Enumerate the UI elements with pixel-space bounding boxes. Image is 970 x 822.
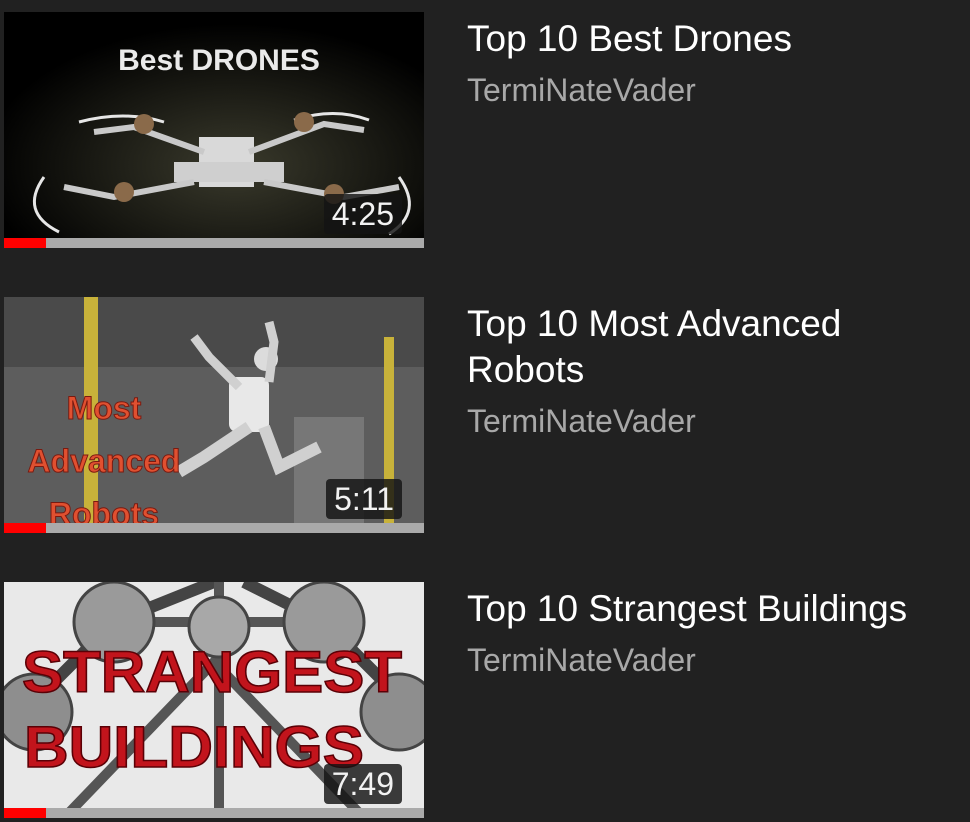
channel-name[interactable]: TermiNateVader	[467, 70, 967, 110]
video-title[interactable]: Top 10 Most Advanced Robots	[467, 301, 967, 393]
watch-progress-fill	[4, 808, 46, 818]
channel-name[interactable]: TermiNateVader	[467, 640, 967, 680]
thumbnail-caption: Most	[67, 390, 142, 426]
video-title[interactable]: Top 10 Best Drones	[467, 16, 967, 62]
video-thumbnail[interactable]: Most Advanced Robots 5:11	[4, 297, 424, 533]
video-title[interactable]: Top 10 Strangest Buildings	[467, 586, 967, 632]
video-item-best-drones[interactable]: Best DRONES 4:25 Top 10 Best Drones Term…	[0, 12, 970, 248]
video-duration: 4:25	[323, 194, 402, 234]
watch-progress-track	[4, 238, 424, 248]
video-list: Best DRONES 4:25 Top 10 Best Drones Term…	[0, 0, 970, 822]
video-meta: Top 10 Strangest Buildings TermiNateVade…	[467, 582, 967, 680]
thumbnail-caption: STRANGEST	[22, 640, 402, 705]
watch-progress-track	[4, 808, 424, 818]
watch-progress-track	[4, 523, 424, 533]
video-duration: 7:49	[323, 764, 402, 804]
video-meta: Top 10 Best Drones TermiNateVader	[467, 12, 967, 110]
thumbnail-caption: Advanced	[28, 443, 181, 479]
video-thumbnail[interactable]: STRANGEST BUILDINGS 7:49	[4, 582, 424, 818]
video-meta: Top 10 Most Advanced Robots TermiNateVad…	[467, 297, 967, 441]
video-item-advanced-robots[interactable]: Most Advanced Robots 5:11 Top 10 Most Ad…	[0, 297, 970, 533]
thumbnail-caption: BUILDINGS	[24, 715, 364, 780]
watch-progress-fill	[4, 238, 46, 248]
video-duration: 5:11	[326, 479, 402, 519]
thumbnail-caption: Best DRONES	[118, 44, 320, 77]
channel-name[interactable]: TermiNateVader	[467, 401, 967, 441]
video-item-strangest-buildings[interactable]: STRANGEST BUILDINGS 7:49 Top 10 Stranges…	[0, 582, 970, 818]
video-thumbnail[interactable]: Best DRONES 4:25	[4, 12, 424, 248]
watch-progress-fill	[4, 523, 46, 533]
